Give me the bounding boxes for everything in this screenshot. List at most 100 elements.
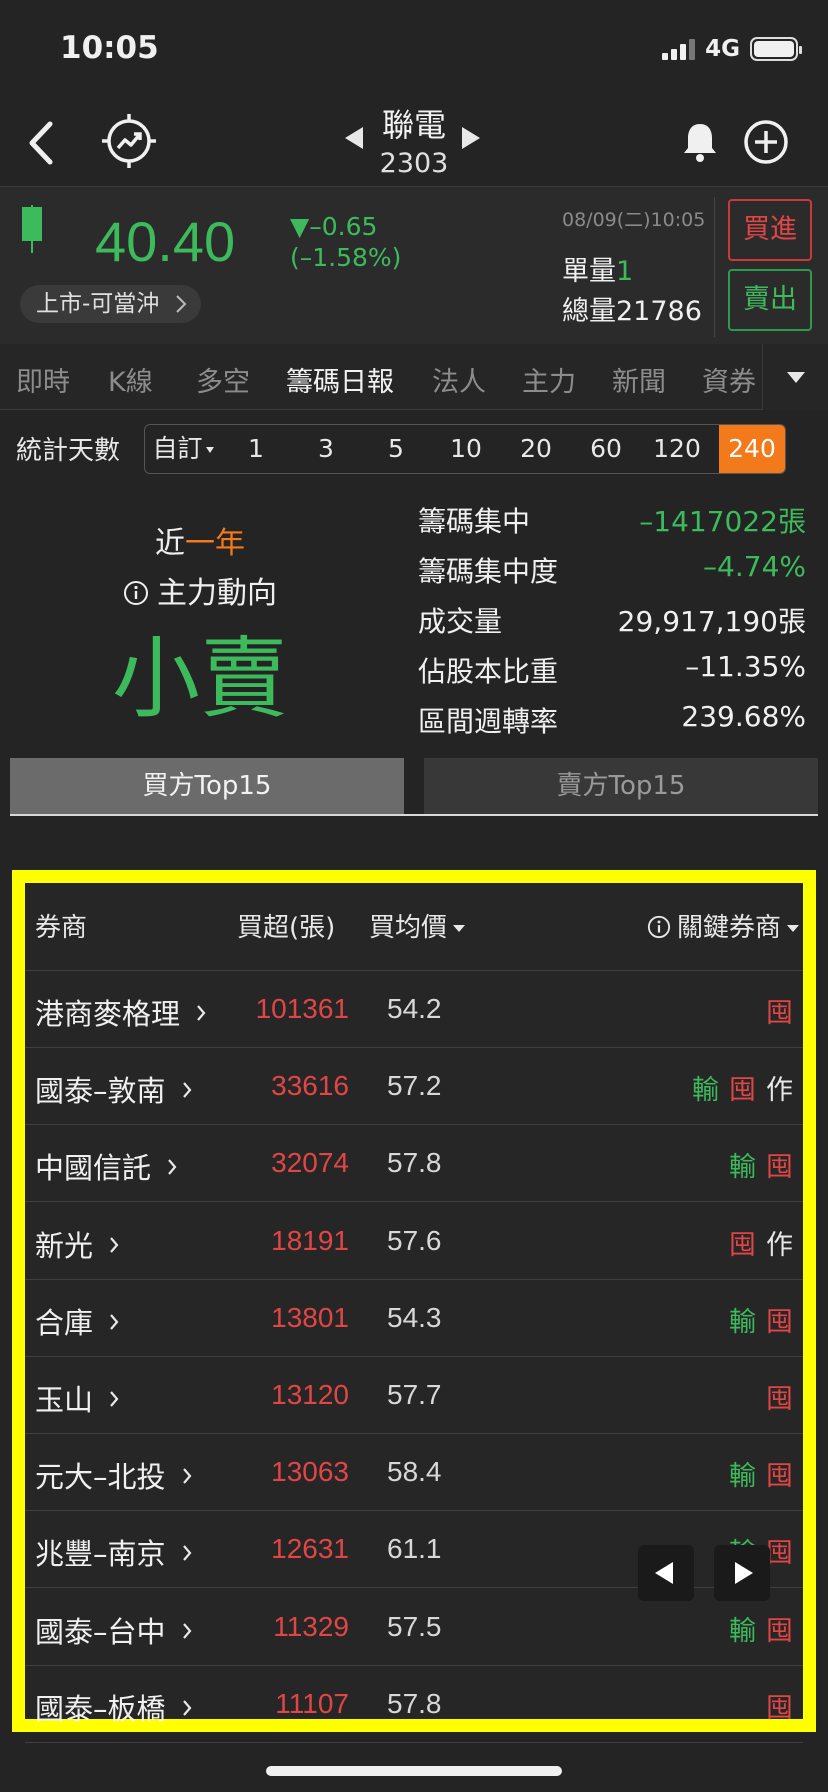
key-broker-tags: 囤作 — [729, 1223, 793, 1262]
broker-name[interactable]: 國泰–板橋 — [35, 1686, 192, 1728]
stat-label-share-ratio: 佔股本比重 — [418, 655, 559, 688]
net-buy-value: 11107 — [275, 1687, 349, 1719]
tab-bull-bear[interactable]: 多空 — [196, 360, 250, 399]
page-prev-button[interactable] — [638, 1545, 694, 1601]
tab-institutional[interactable]: 法人 — [432, 360, 486, 399]
day-option-240[interactable]: 240 — [719, 425, 785, 473]
net-buy-value: 13063 — [271, 1456, 349, 1488]
broker-name[interactable]: 國泰–台中 — [35, 1609, 192, 1651]
table-row[interactable]: 新光 18191 57.6 囤作 — [25, 1203, 803, 1280]
table-row[interactable]: 港商麥格理 101361 54.2 囤 — [25, 971, 803, 1048]
broker-name[interactable]: 元大–北投 — [35, 1454, 192, 1496]
function-tabs: 即時 K線 多空 籌碼日報 法人 主力 新聞 資券 — [0, 344, 828, 410]
key-broker-tag[interactable]: 囤 — [766, 1609, 793, 1648]
market-label: 上市-可當沖 — [36, 291, 160, 317]
tabs-more-dropdown[interactable] — [762, 344, 828, 410]
avg-price-value: 57.8 — [387, 1687, 442, 1719]
key-broker-tag[interactable]: 輸 — [729, 1609, 756, 1648]
key-broker-tag[interactable]: 囤 — [766, 1145, 793, 1184]
next-stock-arrow-icon[interactable] — [462, 127, 480, 149]
quote-timestamp: 08/09(二)10:05 — [562, 209, 706, 231]
market-chip[interactable]: 上市-可當沖 — [20, 285, 202, 323]
main-force-label[interactable]: 主力動向 — [0, 568, 400, 612]
table-row[interactable]: 國泰–敦南 33616 57.2 輸囤作 — [25, 1048, 803, 1126]
broker-name[interactable]: 合庫 — [35, 1300, 119, 1342]
key-broker-tag[interactable]: 囤 — [766, 1300, 793, 1339]
key-broker-tag[interactable]: 囤 — [766, 1454, 793, 1493]
day-option-10[interactable]: 10 — [431, 425, 501, 473]
key-broker-tag[interactable]: 作 — [766, 1068, 793, 1107]
table-row[interactable]: 合庫 13801 54.3 輸囤 — [25, 1280, 803, 1357]
key-broker-tag[interactable]: 輸 — [729, 1300, 756, 1339]
info-icon[interactable] — [647, 915, 671, 939]
broker-name[interactable]: 港商麥格理 — [35, 991, 206, 1033]
table-row[interactable]: 國泰–板橋 11107 57.8 囤 — [25, 1666, 803, 1743]
total-volume-value: 21786 — [616, 296, 702, 327]
broker-name[interactable]: 兆豐–南京 — [35, 1531, 192, 1573]
tab-margin[interactable]: 資券 — [702, 360, 756, 399]
avg-price-value: 57.2 — [387, 1070, 442, 1102]
table-row[interactable]: 中國信託 32074 57.8 輸囤 — [25, 1125, 803, 1203]
plus-icon[interactable] — [742, 118, 790, 166]
bell-icon[interactable] — [680, 120, 720, 164]
buy-button[interactable]: 買進 — [728, 199, 812, 261]
broker-name[interactable]: 玉山 — [35, 1377, 119, 1419]
tab-news[interactable]: 新聞 — [612, 360, 666, 399]
header-key-broker[interactable]: 關鍵券商 — [647, 907, 799, 944]
page-next-button[interactable] — [714, 1545, 770, 1601]
candle-icon — [22, 205, 42, 253]
tab-buy-top15[interactable]: 買方Top15 — [10, 758, 404, 814]
key-broker-tag[interactable]: 囤 — [729, 1223, 756, 1262]
tab-kline[interactable]: K線 — [108, 360, 153, 399]
chevron-right-icon — [168, 1159, 177, 1176]
day-option-1[interactable]: 1 — [221, 425, 291, 473]
stat-label-volume: 成交量 — [418, 605, 503, 638]
chip-summary: 近一年 主力動向 小賣 籌碼集中 –1417022張 籌碼集中度 –4.74% … — [0, 490, 828, 740]
avg-price-value: 58.4 — [387, 1456, 442, 1488]
key-broker-tag[interactable]: 囤 — [766, 991, 793, 1030]
key-broker-tag[interactable]: 囤 — [766, 1686, 793, 1725]
key-broker-tag[interactable]: 輸 — [692, 1068, 719, 1107]
key-broker-tag[interactable]: 囤 — [766, 1377, 793, 1416]
prev-stock-arrow-icon[interactable] — [345, 127, 363, 149]
broker-name[interactable]: 新光 — [35, 1223, 119, 1265]
info-icon[interactable] — [123, 580, 149, 606]
avg-price-value: 54.3 — [387, 1301, 442, 1333]
net-buy-value: 101361 — [255, 993, 349, 1024]
status-indicators: 4G — [662, 36, 802, 62]
stat-days-label: 統計天數 — [16, 436, 121, 466]
single-volume-value: 1 — [616, 256, 634, 287]
key-broker-tag[interactable]: 囤 — [729, 1068, 756, 1107]
header-net-buy: 買超(張) — [237, 913, 336, 943]
broker-name[interactable]: 國泰–敦南 — [35, 1068, 192, 1110]
day-option-120[interactable]: 120 — [641, 425, 713, 473]
key-broker-tag[interactable]: 作 — [766, 1223, 793, 1262]
day-option-60[interactable]: 60 — [571, 425, 641, 473]
header-broker: 券商 — [35, 913, 88, 943]
chevron-right-icon — [182, 1545, 191, 1562]
chevron-right-icon — [176, 295, 187, 313]
day-option-custom[interactable]: 自訂 — [145, 425, 221, 473]
trend-icon[interactable] — [100, 112, 158, 170]
avg-price-value: 57.6 — [387, 1224, 442, 1256]
tab-realtime[interactable]: 即時 — [16, 360, 70, 399]
key-broker-tag[interactable]: 囤 — [766, 1531, 793, 1570]
chevron-right-icon — [110, 1236, 119, 1253]
table-row[interactable]: 元大–北投 13063 58.4 輸囤 — [25, 1434, 803, 1512]
sell-button[interactable]: 賣出 — [728, 269, 812, 331]
tab-sell-top15[interactable]: 賣方Top15 — [424, 758, 818, 814]
day-option-5[interactable]: 5 — [361, 425, 431, 473]
tab-chip-daily[interactable]: 籌碼日報 — [286, 360, 394, 399]
chevron-right-icon — [110, 1314, 119, 1330]
day-option-3[interactable]: 3 — [291, 425, 361, 473]
tab-main-force[interactable]: 主力 — [522, 360, 576, 399]
broker-name[interactable]: 中國信託 — [35, 1145, 177, 1187]
header-avg-price-sort[interactable]: 買均價 — [369, 907, 466, 944]
day-option-20[interactable]: 20 — [501, 425, 571, 473]
key-broker-tag[interactable]: 輸 — [729, 1145, 756, 1184]
table-row[interactable]: 玉山 13120 57.7 囤 — [25, 1357, 803, 1434]
broker-table: 券商 買超(張) 買均價 關鍵券商 港商麥格理 101361 54.2 囤國泰–敦南 3… — [12, 870, 816, 1743]
net-buy-value: 12631 — [271, 1533, 349, 1565]
home-indicator[interactable] — [266, 1766, 562, 1776]
key-broker-tag[interactable]: 輸 — [729, 1454, 756, 1493]
